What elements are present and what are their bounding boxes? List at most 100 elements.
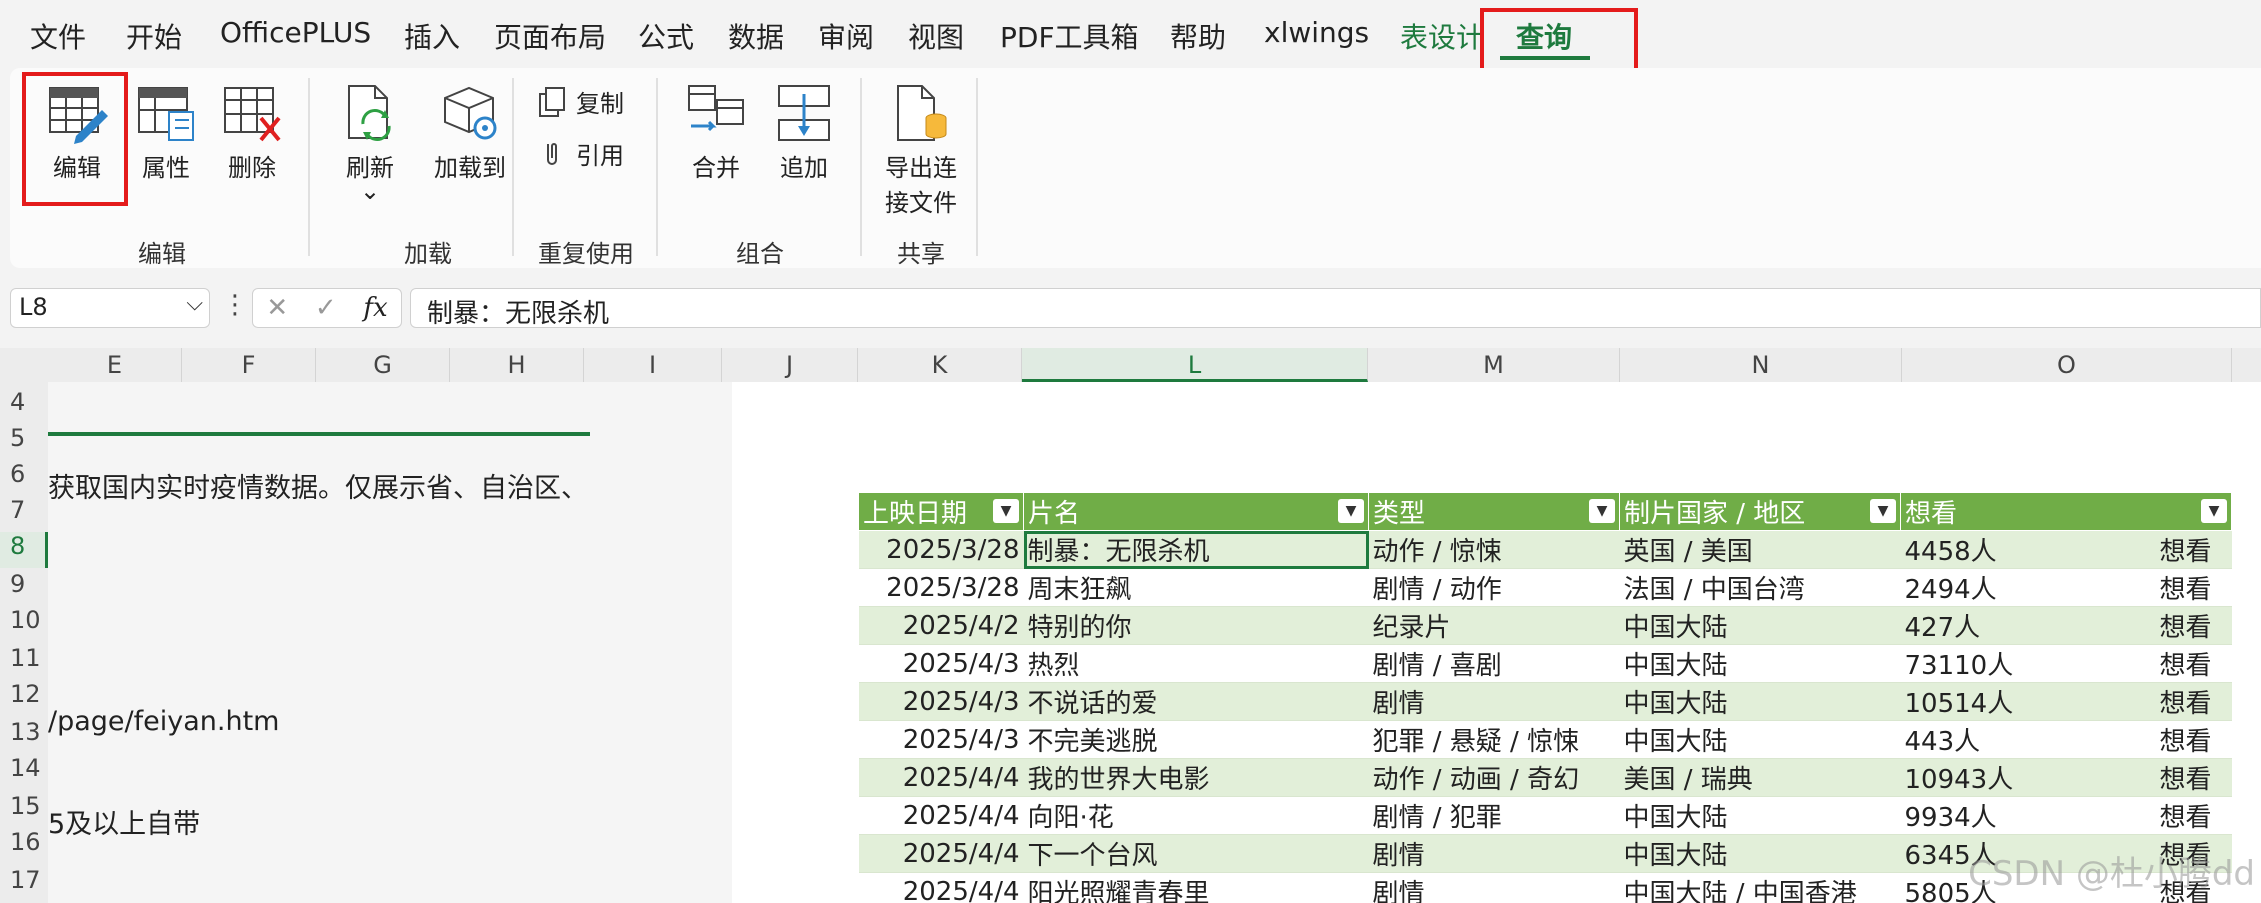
cell-region[interactable]: 中国大陆 — [1619, 606, 1901, 645]
column-header-m[interactable]: M — [1368, 348, 1620, 382]
cell-genre[interactable]: 动作 / 惊悚 — [1368, 530, 1620, 569]
row-header[interactable]: 12 — [0, 680, 48, 708]
filter-dropdown-icon[interactable]: ▼ — [1589, 499, 1615, 523]
tab-table-design[interactable]: 表设计 — [1400, 16, 1484, 56]
column-header-l[interactable]: L — [1022, 348, 1368, 382]
cell-title[interactable]: 特别的你 — [1023, 606, 1369, 645]
cell-want-button[interactable]: 想看 — [2100, 682, 2232, 721]
column-header-e[interactable]: E — [48, 348, 182, 382]
row-header[interactable]: 5 — [0, 424, 48, 452]
cell-release-date[interactable]: 2025/4/3 — [858, 682, 1024, 721]
cell-genre[interactable]: 动作 / 动画 / 奇幻 — [1368, 758, 1620, 797]
filter-dropdown-icon[interactable]: ▼ — [1338, 499, 1364, 523]
row-header[interactable]: 14 — [0, 754, 48, 782]
load-to-button[interactable]: 加载到 — [414, 82, 526, 183]
cell-release-date[interactable]: 2025/4/4 — [858, 796, 1024, 835]
tab-insert[interactable]: 插入 — [404, 16, 460, 56]
cell-title[interactable]: 下一个台风 — [1023, 834, 1369, 873]
filter-dropdown-icon[interactable]: ▼ — [2201, 499, 2227, 523]
insert-function-icon[interactable]: fx — [363, 293, 387, 323]
column-header-f[interactable]: F — [182, 348, 316, 382]
row-header[interactable]: 17 — [0, 866, 48, 894]
cell-region[interactable]: 中国大陆 — [1619, 720, 1901, 759]
name-box[interactable]: L8 ⌵ — [10, 288, 210, 328]
copy-query-button[interactable]: 复制 — [536, 84, 624, 119]
export-connection-file-button[interactable]: 导出连 接文件 — [876, 82, 966, 218]
tab-xlwings[interactable]: xlwings — [1264, 16, 1369, 49]
row-header[interactable]: 16 — [0, 828, 48, 856]
cell-release-date[interactable]: 2025/4/3 — [858, 720, 1024, 759]
cell-genre[interactable]: 剧情 / 喜剧 — [1368, 644, 1620, 683]
cell-region[interactable]: 英国 / 美国 — [1619, 530, 1901, 569]
cell-genre[interactable]: 纪录片 — [1368, 606, 1620, 645]
column-header-k[interactable]: K — [858, 348, 1022, 382]
column-header-j[interactable]: J — [722, 348, 858, 382]
delete-query-button[interactable]: 删除 — [210, 82, 294, 183]
cell-want-button[interactable]: 想看 — [2100, 568, 2232, 607]
tab-officeplus[interactable]: OfficePLUS — [220, 16, 371, 49]
row-header-selected[interactable]: 8 — [0, 532, 48, 568]
header-region[interactable]: 制片国家 / 地区 ▼ — [1619, 492, 1901, 531]
row-header[interactable]: 10 — [0, 606, 48, 634]
cell-title[interactable]: 周末狂飙 — [1023, 568, 1369, 607]
cell-want-button[interactable]: 想看 — [2100, 644, 2232, 683]
formula-input[interactable]: 制暴：无限杀机 — [410, 288, 2261, 329]
tab-file[interactable]: 文件 — [30, 16, 86, 56]
column-header-n[interactable]: N — [1620, 348, 1902, 382]
column-header-o[interactable]: O — [1902, 348, 2232, 382]
cell-release-date[interactable]: 2025/4/2 — [858, 606, 1024, 645]
properties-button[interactable]: 属性 — [124, 82, 208, 183]
cell-title[interactable]: 热烈 — [1023, 644, 1369, 683]
row-header[interactable]: 13 — [0, 718, 48, 746]
cell-region[interactable]: 中国大陆 — [1619, 682, 1901, 721]
refresh-dropdown-chevron-icon[interactable]: ⌄ — [330, 177, 410, 205]
cell-title[interactable]: 阳光照耀青春里 — [1023, 872, 1369, 903]
tab-pdf-toolbox[interactable]: PDF工具箱 — [1000, 16, 1139, 56]
cell-want-button[interactable]: 想看 — [2100, 530, 2232, 569]
row-header[interactable]: 15 — [0, 792, 48, 820]
column-header-i[interactable]: I — [584, 348, 722, 382]
header-want-to-see[interactable]: 想看 ▼ — [1900, 492, 2232, 531]
row-header[interactable]: 7 — [0, 496, 48, 524]
tab-page-layout[interactable]: 页面布局 — [494, 16, 606, 56]
cell-genre[interactable]: 剧情 / 犯罪 — [1368, 796, 1620, 835]
cell-title[interactable]: 制暴：无限杀机 — [1023, 530, 1369, 569]
cell-want-count[interactable]: 73110人 — [1900, 644, 2101, 683]
refresh-button[interactable]: 刷新 ⌄ — [330, 82, 410, 205]
cell-region[interactable]: 中国大陆 — [1619, 644, 1901, 683]
cell-want-count[interactable]: 10514人 — [1900, 682, 2101, 721]
cell-release-date[interactable]: 2025/4/4 — [858, 834, 1024, 873]
filter-dropdown-icon[interactable]: ▼ — [1870, 499, 1896, 523]
cell-genre[interactable]: 剧情 / 动作 — [1368, 568, 1620, 607]
cell-region[interactable]: 中国大陆 — [1619, 834, 1901, 873]
cell-release-date[interactable]: 2025/4/4 — [858, 758, 1024, 797]
cell-region[interactable]: 中国大陆 / 中国香港 — [1619, 872, 1901, 903]
row-header[interactable]: 6 — [0, 460, 48, 488]
enter-check-icon[interactable]: ✓ — [315, 293, 337, 323]
cell-title[interactable]: 我的世界大电影 — [1023, 758, 1369, 797]
cell-genre[interactable]: 犯罪 / 悬疑 / 惊悚 — [1368, 720, 1620, 759]
worksheet-grid[interactable]: 获取国内实时疫情数据。仅展示省、自治区、 /page/feiyan.htm 5及… — [48, 382, 2261, 903]
tab-review[interactable]: 审阅 — [818, 16, 874, 56]
chevron-down-icon[interactable]: ⌵ — [186, 291, 203, 316]
row-header[interactable]: 11 — [0, 644, 48, 672]
cell-want-count[interactable]: 4458人 — [1900, 530, 2101, 569]
cell-want-count[interactable]: 10943人 — [1900, 758, 2101, 797]
cell-release-date[interactable]: 2025/4/3 — [858, 644, 1024, 683]
cell-want-button[interactable]: 想看 — [2100, 758, 2232, 797]
tab-view[interactable]: 视图 — [908, 16, 964, 56]
reference-query-button[interactable]: 引用 — [536, 136, 624, 171]
cell-region[interactable]: 美国 / 瑞典 — [1619, 758, 1901, 797]
row-header[interactable]: 9 — [0, 570, 48, 598]
header-title[interactable]: 片名 ▼ — [1023, 492, 1369, 531]
cell-genre[interactable]: 剧情 — [1368, 872, 1620, 903]
cell-want-count[interactable]: 427人 — [1900, 606, 2101, 645]
cell-title[interactable]: 不说话的爱 — [1023, 682, 1369, 721]
column-header-g[interactable]: G — [316, 348, 450, 382]
cell-release-date[interactable]: 2025/3/28 — [858, 568, 1024, 607]
cell-want-button[interactable]: 想看 — [2100, 606, 2232, 645]
cell-release-date[interactable]: 2025/4/4 — [858, 872, 1024, 903]
tab-formulas[interactable]: 公式 — [638, 16, 694, 56]
cell-genre[interactable]: 剧情 — [1368, 834, 1620, 873]
merge-button[interactable]: 合并 — [676, 82, 756, 183]
